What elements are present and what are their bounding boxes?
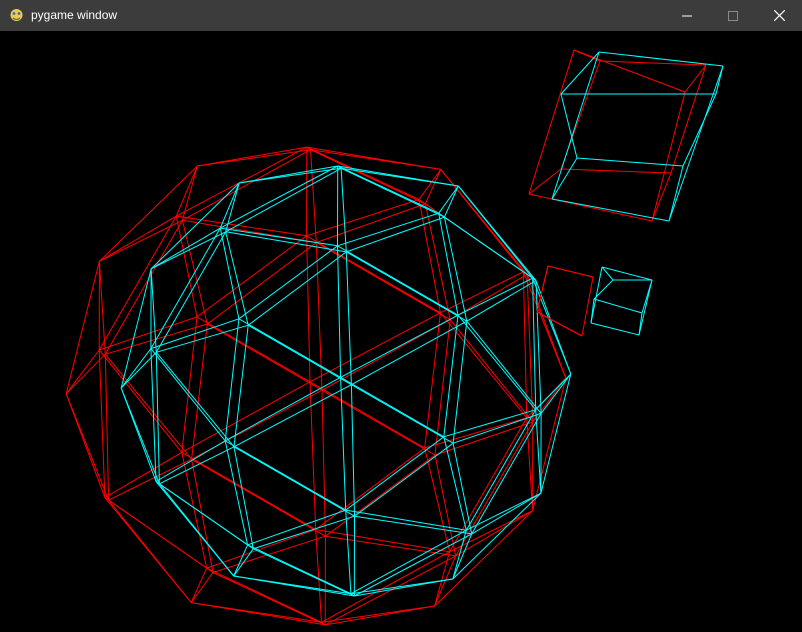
render-canvas[interactable] <box>1 31 801 631</box>
close-button[interactable] <box>756 0 802 31</box>
wireframe-scene <box>65 49 724 626</box>
window-title: pygame window <box>31 8 118 22</box>
minimize-icon <box>682 15 692 16</box>
maximize-button[interactable] <box>710 0 756 31</box>
pygame-window: pygame window <box>0 0 802 632</box>
pygame-snake-icon <box>10 9 23 21</box>
small-cube <box>536 265 653 337</box>
geodesic-sphere <box>65 146 572 626</box>
minimize-button[interactable] <box>664 0 710 31</box>
close-icon <box>773 10 785 21</box>
title-bar[interactable]: pygame window <box>0 0 802 31</box>
large-cube <box>528 49 724 222</box>
maximize-icon <box>728 10 738 21</box>
